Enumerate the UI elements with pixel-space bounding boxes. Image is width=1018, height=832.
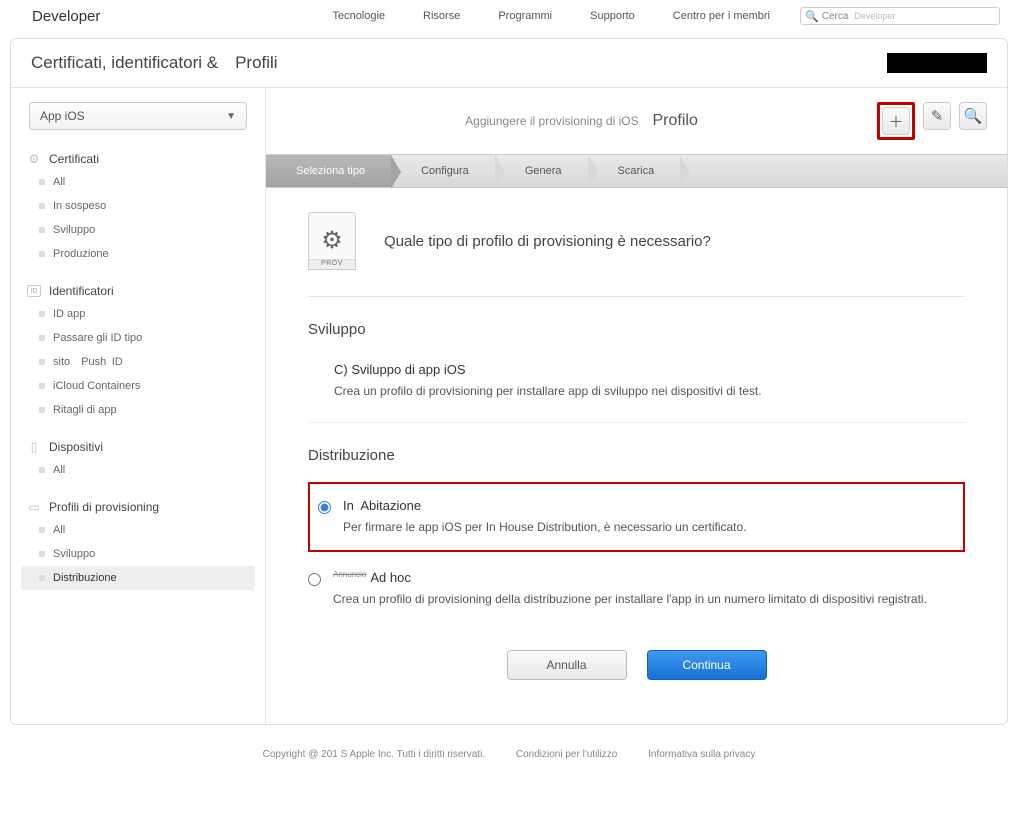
sidebar-item[interactable]: iCloud Containers — [21, 374, 255, 398]
step-download[interactable]: Scarica — [588, 155, 681, 187]
add-button-highlight: ＋ — [877, 102, 915, 140]
sidebar-item[interactable]: ID app — [21, 302, 255, 326]
option-ios-dev[interactable]: C) Sviluppo di app iOS Crea un profilo d… — [308, 356, 965, 414]
cancel-button[interactable]: Annulla — [507, 650, 627, 680]
step-configure[interactable]: Configura — [391, 155, 495, 187]
section-heading-dist: Distribuzione — [308, 447, 965, 464]
sidebar-item[interactable]: All — [21, 170, 255, 194]
option-inhouse[interactable]: In Abitazione Per firmare le app iOS per… — [318, 492, 951, 540]
main-panel: Aggiungere il provisioning di iOS Profil… — [266, 88, 1007, 724]
sidebar-item[interactable]: In sospeso — [21, 194, 255, 218]
search-label: Cerca — [822, 11, 849, 22]
nav-link[interactable]: Programmi — [498, 10, 552, 22]
sidebar-heading[interactable]: ID Identificatori — [21, 280, 255, 302]
nav-link[interactable]: Tecnologie — [332, 10, 385, 22]
gear-icon: ⚙ — [27, 152, 41, 166]
continue-button[interactable]: Continua — [647, 650, 767, 680]
brand-label[interactable]: Developer — [32, 8, 100, 25]
magnifier-icon: 🔍 — [964, 107, 983, 125]
sidebar-group-devices: ▯ Dispositivi All — [21, 436, 255, 482]
search-placeholder: Developer — [854, 11, 895, 21]
step-select-type[interactable]: Seleziona tipo — [266, 155, 391, 187]
sidebar-item[interactable]: Sviluppo — [21, 542, 255, 566]
edit-icon: ✎ — [931, 107, 944, 125]
sidebar-item[interactable]: Sviluppo — [21, 218, 255, 242]
nav-link[interactable]: Supporto — [590, 10, 635, 22]
option-adhoc[interactable]: AnnuncioAd hoc Crea un profilo di provis… — [308, 564, 965, 622]
divider — [308, 422, 965, 423]
sidebar-group-certificates: ⚙ Certificati All In sospeso Sviluppo Pr… — [21, 148, 255, 266]
titlebar: Certificati, identificatori & Profili — [11, 39, 1007, 88]
chevron-down-icon: ▼ — [226, 111, 236, 122]
step-generate[interactable]: Genera — [495, 155, 588, 187]
sidebar-item-distribution[interactable]: Distribuzione — [21, 566, 255, 590]
edit-button[interactable]: ✎ — [923, 102, 951, 130]
option-title: C) Sviluppo di app iOS — [334, 362, 762, 377]
search-input[interactable]: 🔍 Cerca Developer — [800, 7, 1000, 25]
document-icon: ▭ — [27, 500, 41, 514]
platform-label: App iOS — [40, 109, 85, 123]
footer: Copyright @ 201 S Apple Inc. Tutti i dir… — [0, 735, 1018, 784]
search-icon: 🔍 — [805, 10, 819, 23]
option-desc: Per firmare le app iOS per In House Dist… — [343, 518, 747, 536]
sidebar-item[interactable]: All — [21, 458, 255, 482]
sidebar-heading[interactable]: ⚙ Certificati — [21, 148, 255, 170]
topnav-links: Tecnologie Risorse Programmi Supporto Ce… — [332, 10, 770, 22]
sidebar-item[interactable]: sito Push ID — [21, 350, 255, 374]
main-header: Aggiungere il provisioning di iOS Profil… — [266, 88, 1007, 154]
inhouse-highlight: In Abitazione Per firmare le app iOS per… — [308, 482, 965, 552]
sidebar-item[interactable]: Produzione — [21, 242, 255, 266]
intro-row: ⚙ PROV Quale tipo di profilo di provisio… — [308, 212, 965, 297]
sidebar-group-identifiers: ID Identificatori ID app Passare gli ID … — [21, 280, 255, 422]
platform-select[interactable]: App iOS ▼ — [29, 102, 247, 130]
section-heading-dev: Sviluppo — [308, 321, 965, 338]
sidebar-group-profiles: ▭ Profili di provisioning All Sviluppo D… — [21, 496, 255, 590]
sidebar-item[interactable]: Passare gli ID tipo — [21, 326, 255, 350]
option-title: AnnuncioAd hoc — [333, 570, 927, 585]
page-title: Certificati, identificatori & Profili — [31, 53, 278, 73]
main-container: Certificati, identificatori & Profili Ap… — [10, 38, 1008, 725]
account-blackbox[interactable] — [887, 53, 987, 73]
add-button[interactable]: ＋ — [882, 107, 910, 135]
radio-adhoc[interactable] — [308, 573, 321, 586]
top-nav: Developer Tecnologie Risorse Programmi S… — [0, 0, 1018, 32]
nav-link[interactable]: Centro per i membri — [673, 10, 770, 22]
plus-icon: ＋ — [888, 111, 903, 132]
nav-link[interactable]: Risorse — [423, 10, 460, 22]
sidebar: App iOS ▼ ⚙ Certificati All In sospeso S… — [11, 88, 266, 724]
footer-copyright: Copyright @ 201 S Apple Inc. Tutti i dir… — [263, 749, 485, 760]
sidebar-heading[interactable]: ▭ Profili di provisioning — [21, 496, 255, 518]
provisioning-file-icon: ⚙ PROV — [308, 212, 356, 270]
footer-terms[interactable]: Condizioni per l'utilizzo — [516, 749, 617, 760]
sidebar-heading[interactable]: ▯ Dispositivi — [21, 436, 255, 458]
wizard-steps: Seleziona tipo Configura Genera Scarica — [266, 154, 1007, 188]
id-icon: ID — [27, 284, 41, 298]
radio-inhouse[interactable] — [318, 501, 331, 514]
content-area: ⚙ PROV Quale tipo di profilo di provisio… — [266, 188, 1007, 724]
action-buttons: ＋ ✎ 🔍 — [877, 102, 987, 140]
device-icon: ▯ — [27, 440, 41, 454]
sidebar-item[interactable]: Ritagli di app — [21, 398, 255, 422]
gear-icon: ⚙ — [321, 226, 343, 255]
option-title: In Abitazione — [343, 498, 747, 513]
option-desc: Crea un profilo di provisioning per inst… — [334, 382, 762, 400]
footer-privacy[interactable]: Informativa sulla privacy — [648, 749, 755, 760]
option-desc: Crea un profilo di provisioning della di… — [333, 590, 927, 608]
button-row: Annulla Continua — [308, 622, 965, 704]
intro-question: Quale tipo di profilo di provisioning è … — [384, 233, 711, 250]
main-header-title: Aggiungere il provisioning di iOS Profil… — [286, 112, 877, 130]
sidebar-item[interactable]: All — [21, 518, 255, 542]
search-button[interactable]: 🔍 — [959, 102, 987, 130]
